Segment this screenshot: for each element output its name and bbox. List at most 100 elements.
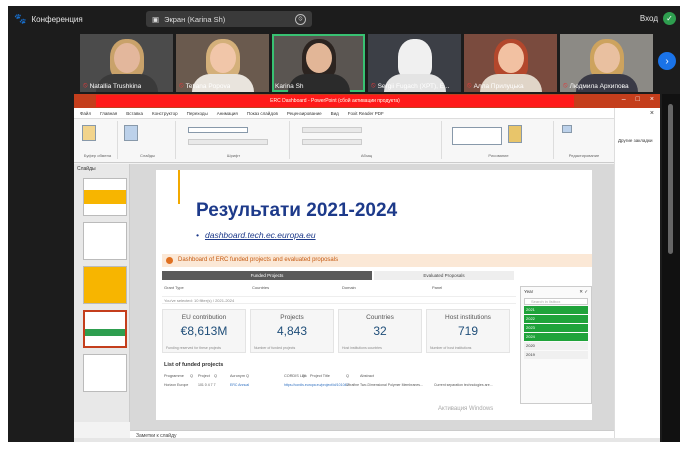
- participant-face: [497, 43, 524, 73]
- list-column-header[interactable]: Q: [190, 374, 193, 378]
- filter-panel[interactable]: Panel: [432, 285, 442, 290]
- paw-icon: 🐾: [14, 13, 27, 25]
- close-icon[interactable]: ×: [650, 110, 654, 117]
- list-column-header[interactable]: Q: [214, 374, 217, 378]
- vertical-scrollbar[interactable]: [662, 94, 680, 442]
- participant-tile[interactable]: ⦸ Людмила Архипова: [560, 34, 653, 92]
- slide-heading: Результати 2021-2024: [196, 200, 398, 221]
- ribbon-tabs: Файл Главная Вставка Конструктор Переходы Ани…: [74, 108, 614, 119]
- scroll-thumb[interactable]: [668, 104, 673, 254]
- exit-button[interactable]: Вход: [640, 14, 658, 23]
- close-icon[interactable]: ✕ ✓: [579, 289, 588, 295]
- participant-tile[interactable]: ⦸ Sergii Fugach (ХРТ), E...: [368, 34, 461, 92]
- filter-hint: You've selected: 10 filter(s) / 2021-202…: [162, 296, 516, 304]
- ribbon-tab[interactable]: Файл: [80, 111, 91, 116]
- participant-name-label: Алла Прилуцька: [473, 82, 524, 90]
- dashboard-link[interactable]: • dashboard.tech.ec.europa.eu: [196, 230, 316, 240]
- align-icons[interactable]: [302, 139, 362, 145]
- participant-tile[interactable]: ⦸ Tetiana Popova: [176, 34, 269, 92]
- dashboard-title: Dashboard of ERC funded projects and eva…: [178, 257, 339, 263]
- font-format-icons[interactable]: [188, 139, 268, 145]
- list-icons[interactable]: [302, 127, 362, 133]
- new-slide-icon[interactable]: [124, 125, 138, 141]
- kpi-title: EU contribution: [181, 314, 227, 321]
- list-column-header[interactable]: Q: [246, 374, 249, 378]
- slide-thumbnail-selected[interactable]: [83, 310, 127, 348]
- table-cell: ERC Annual: [230, 383, 250, 387]
- participant-tile[interactable]: ⦸ Natallia Trushkina: [80, 34, 173, 92]
- tab-funded-projects[interactable]: Funded Projects: [162, 271, 372, 280]
- list-column-header[interactable]: Project: [198, 374, 210, 378]
- stop-share-icon[interactable]: ⦸: [295, 13, 306, 25]
- year-search-input[interactable]: Search in listbox: [524, 298, 588, 305]
- year-option[interactable]: 2023: [524, 324, 588, 332]
- year-option[interactable]: 2020: [524, 342, 588, 350]
- list-column-header[interactable]: Q: [346, 374, 349, 378]
- list-column-header[interactable]: Programme: [164, 374, 184, 378]
- close-icon[interactable]: ×: [650, 96, 654, 103]
- list-column-header[interactable]: Abstract: [360, 374, 374, 378]
- activation-banner: ERC Dashboard - PowerPoint (сбой активац…: [96, 95, 574, 107]
- list-title: List of funded projects: [164, 362, 224, 368]
- year-option[interactable]: 2022: [524, 315, 588, 323]
- tab-evaluated-proposals[interactable]: Evaluated Proposals: [374, 271, 514, 280]
- table-cell: 101 0 4 7 7: [198, 383, 216, 387]
- participant-name: ⦸ Sergii Fugach (ХРТ), E...: [371, 82, 450, 90]
- slide-thumbnails: Слайды: [74, 164, 130, 422]
- ribbon-tab[interactable]: Вставка: [126, 111, 143, 116]
- find-icon[interactable]: [562, 125, 572, 133]
- slide-thumbnail[interactable]: [83, 178, 127, 216]
- ribbon-tab[interactable]: Конструктор: [152, 111, 178, 116]
- filter-grant-type[interactable]: Grant Type: [164, 285, 184, 290]
- list-column-header[interactable]: Project Title: [310, 374, 330, 378]
- participant-tile[interactable]: Karina Sh: [272, 34, 365, 92]
- dashboard-tabs: Funded Projects Evaluated Proposals: [162, 271, 592, 280]
- participant-name-label: Tetiana Popova: [185, 82, 231, 90]
- participant-name-label: Людмила Архипова: [569, 82, 629, 90]
- year-option[interactable]: 2024: [524, 333, 588, 341]
- list-column-header[interactable]: Q: [302, 374, 305, 378]
- ribbon-tab[interactable]: Переходы: [187, 111, 208, 116]
- dashboard-header: Dashboard of ERC funded projects and eva…: [162, 254, 592, 267]
- mic-off-icon: ⦸: [467, 82, 472, 89]
- kpi-subtitle: Number of host institutions: [430, 346, 472, 350]
- font-name-input[interactable]: [188, 127, 248, 133]
- ribbon-tab[interactable]: Показ слайдов: [247, 111, 278, 116]
- slide-thumbnail[interactable]: [83, 354, 127, 392]
- participant-face: [209, 43, 236, 73]
- minimize-icon[interactable]: –: [622, 96, 626, 103]
- ribbon-group-font: Шрифт: [178, 121, 290, 159]
- ribbon-tab[interactable]: Вид: [331, 111, 339, 116]
- ribbon-tab[interactable]: Анимация: [217, 111, 238, 116]
- dashboard-link-text[interactable]: dashboard.tech.ec.europa.eu: [205, 230, 316, 240]
- year-option[interactable]: 2021: [524, 306, 588, 314]
- maximize-icon[interactable]: □: [636, 96, 640, 103]
- shapes-gallery-icon[interactable]: [452, 127, 502, 145]
- ribbon-group-paragraph: Абзац: [292, 121, 442, 159]
- filter-countries[interactable]: Countries: [252, 285, 269, 290]
- participant-tile[interactable]: ⦸ Алла Прилуцька: [464, 34, 557, 92]
- next-page-button[interactable]: ›: [658, 52, 676, 70]
- list-column-header[interactable]: Acronym: [230, 374, 245, 378]
- kpi-title: Projects: [280, 314, 304, 321]
- ribbon-tab[interactable]: Рецензирование: [287, 111, 322, 116]
- status-bar: [74, 438, 660, 442]
- powerpoint-titlebar: ERC Dashboard - PowerPoint (сбой активац…: [74, 94, 660, 108]
- kpi-card: Countries 32 Host institutions countries: [338, 309, 422, 353]
- slide-thumbnail[interactable]: [83, 222, 127, 260]
- kpi-value: 4,843: [276, 324, 308, 338]
- slide-thumbnail[interactable]: [83, 266, 127, 304]
- slide[interactable]: Результати 2021-2024 • dashboard.tech.ec.…: [156, 170, 592, 420]
- participant-face: [113, 43, 140, 73]
- paste-icon[interactable]: [82, 125, 96, 141]
- screen-share-pill[interactable]: ▣ Экран (Karina Sh) ⦸: [146, 11, 312, 27]
- dashboard-screenshot: Dashboard of ERC funded projects and eva…: [162, 254, 592, 416]
- kpi-subtitle: Host institutions countries: [342, 346, 382, 350]
- filter-domain[interactable]: Domain: [342, 285, 356, 290]
- ribbon-tab[interactable]: Foxit Reader PDF: [348, 111, 384, 116]
- ribbon-tab[interactable]: Главная: [100, 111, 117, 116]
- arrange-icon[interactable]: [508, 125, 522, 143]
- year-option[interactable]: 2019: [524, 351, 588, 359]
- shared-screen: ERC Dashboard - PowerPoint (сбой активац…: [74, 94, 660, 442]
- kpi-value: 32: [373, 324, 387, 338]
